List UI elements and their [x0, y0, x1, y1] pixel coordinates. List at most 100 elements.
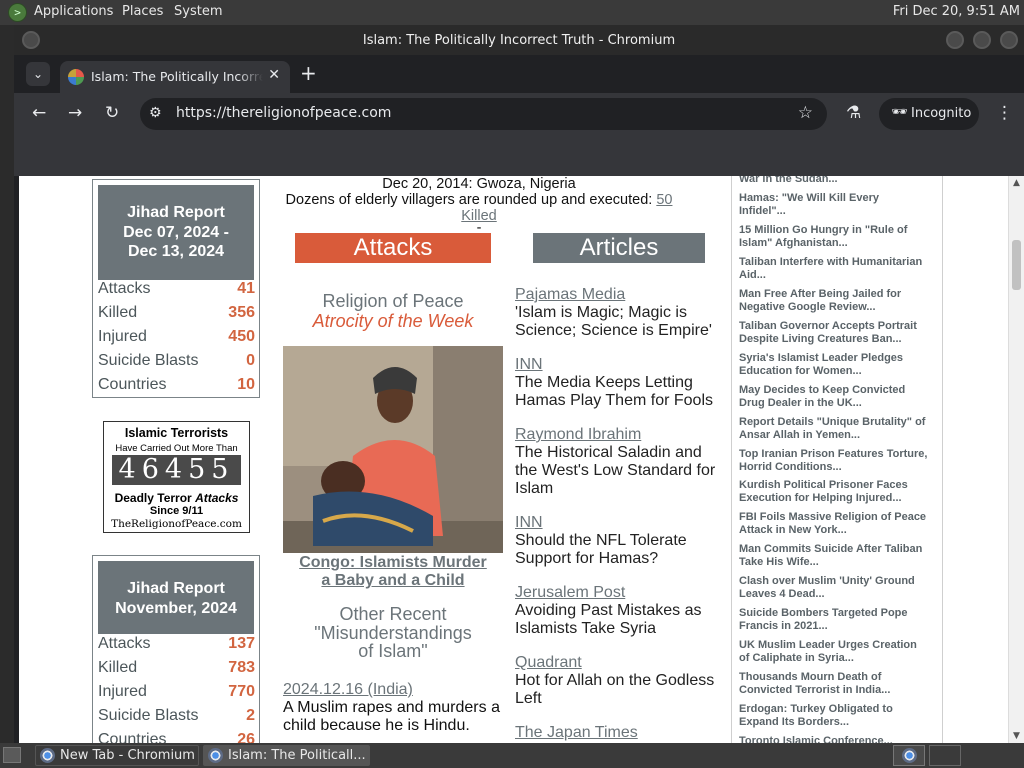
headline-link[interactable]: Kurdish Political Prisoner Faces Executio…	[739, 479, 939, 505]
tab-active[interactable]: Islam: The Politically Incorrect Truth ✕	[60, 61, 290, 93]
headline-link[interactable]: Top Iranian Prison Features Torture, Horr…	[739, 448, 939, 474]
headline-link[interactable]: 15 Million Go Hungry in "Rule of Islam" A…	[739, 224, 939, 250]
system-menu[interactable]: System	[174, 4, 222, 19]
forward-arrow-icon[interactable]: →	[68, 103, 82, 123]
feature-photo[interactable]	[283, 346, 503, 553]
headline-link[interactable]: Hamas: "We Will Kill Every Infidel"...	[739, 192, 939, 218]
article-item[interactable]: INN Should the NFL Tolerate Support for …	[515, 514, 725, 568]
taskbar-item-active-window[interactable]: Islam: The Politicall...	[203, 745, 370, 766]
article-item[interactable]: The Japan Times	[515, 724, 725, 742]
monthly-jihad-report[interactable]: Jihad Report November, 2024 Attacks 137 K…	[92, 555, 260, 743]
close-window-button[interactable]	[1000, 31, 1018, 49]
article-item[interactable]: Pajamas Media 'Islam is Magic; Magic is …	[515, 286, 725, 340]
headlines-sidebar: War in the Sudan... Hamas: "We Will Kill…	[731, 176, 943, 743]
headline-link[interactable]: Syria's Islamist Leader Pledges Education…	[739, 352, 939, 378]
weekly-row-attacks: Attacks 41	[98, 280, 255, 297]
weekly-report-title: Jihad Report Dec 07, 2024 - Dec 13, 2024	[98, 185, 254, 280]
browser-toolbar: ← → ↻ ⚙ https://thereligionofpeace.com ☆…	[14, 93, 1024, 135]
terror-attack-counter[interactable]: Islamic Terrorists Have Carried Out More…	[103, 421, 250, 533]
minimize-button[interactable]	[946, 31, 964, 49]
monthly-row-attacks: Attacks 137	[98, 635, 255, 652]
scrollbar-thumb[interactable]	[1012, 240, 1021, 290]
page-scrollbar[interactable]: ▲ ▼	[1008, 176, 1024, 743]
headline-link[interactable]: Erdogan: Turkey Obligated to Expand Its B…	[739, 703, 939, 729]
site-favicon-icon	[68, 69, 84, 85]
labs-flask-icon[interactable]: ⚗	[846, 103, 861, 123]
site-info-icon[interactable]: ⚙	[149, 105, 162, 121]
url-text[interactable]: https://thereligionofpeace.com	[176, 105, 391, 121]
web-content: Dec 20, 2014: Gwoza, Nigeria Dozens of e…	[19, 176, 1008, 743]
bookmark-star-icon[interactable]: ☆	[798, 103, 813, 123]
bottom-taskbar: New Tab - Chromium Islam: The Politicall…	[0, 743, 1024, 768]
recent-incident-date-link[interactable]: 2024.12.16 (India)	[283, 681, 508, 699]
headline-link[interactable]: May Decides to Keep Convicted Drug Dealer…	[739, 384, 939, 410]
feature-story-link[interactable]: Congo: Islamists Murder a Baby and a Chi…	[283, 554, 503, 590]
headline-link[interactable]: Thousands Mourn Death of Convicted Terror…	[739, 671, 939, 697]
articles-heading[interactable]: Articles	[533, 233, 705, 263]
headline-link[interactable]: Toronto Islamic Conference...	[739, 735, 939, 743]
places-menu[interactable]: Places	[122, 4, 163, 19]
weekly-row-injured: Injured 450	[98, 328, 255, 345]
new-tab-button[interactable]: +	[300, 63, 317, 83]
headline-link[interactable]: Suicide Bombers Targeted Pope Francis in …	[739, 607, 939, 633]
headline-link[interactable]: FBI Foils Massive Religion of Peace Attac…	[739, 511, 939, 537]
toolbar-extension-area	[14, 135, 1024, 176]
applications-menu[interactable]: Applications	[34, 4, 113, 19]
close-tab-icon[interactable]: ✕	[268, 67, 280, 83]
article-item[interactable]: Quadrant Hot for Allah on the Godless Le…	[515, 654, 725, 708]
headline-link[interactable]: Report Details "Unique Brutality" of Ansa…	[739, 416, 939, 442]
window-title: Islam: The Politically Incorrect Truth -…	[362, 33, 676, 48]
incognito-indicator[interactable]: 🕶 Incognito	[879, 98, 979, 130]
headline-link[interactable]: War in the Sudan...	[739, 176, 939, 186]
tab-search-button[interactable]: ⌄	[26, 62, 50, 86]
chromium-icon	[902, 748, 917, 763]
monthly-report-title: Jihad Report November, 2024	[98, 561, 254, 634]
monthly-row-suicide-blasts: Suicide Blasts 2	[98, 707, 255, 724]
other-recent-heading: Other Recent "Misunderstandings of Islam…	[314, 604, 472, 661]
attacks-heading[interactable]: Attacks	[295, 233, 491, 263]
headline-link[interactable]: Clash over Muslim 'Unity' Ground Leaves 4…	[739, 575, 939, 601]
headline-link[interactable]: Taliban Governor Accepts Portrait Despite…	[739, 320, 939, 346]
article-item[interactable]: Raymond Ibrahim The Historical Saladin a…	[515, 426, 725, 498]
headline-link[interactable]: Man Commits Suicide After Taliban Take Hi…	[739, 543, 939, 569]
chromium-icon	[40, 748, 55, 763]
taskbar-item-new-tab[interactable]: New Tab - Chromium	[35, 745, 199, 766]
headline-link[interactable]: Taliban Interfere with Humanitarian Aid..…	[739, 256, 939, 282]
monthly-row-countries: Countries 26	[98, 731, 255, 743]
chromium-icon	[208, 748, 223, 763]
browser-window: Islam: The Politically Incorrect Truth -…	[14, 25, 1024, 743]
scroll-up-icon[interactable]: ▲	[1013, 178, 1020, 188]
attack-count: 46455	[112, 455, 241, 485]
tab-title: Islam: The Politically Incorrect Truth	[91, 69, 263, 84]
weekly-row-suicide-blasts: Suicide Blasts 0	[98, 352, 255, 369]
tab-strip: ⌄ Islam: The Politically Incorrect Truth…	[14, 55, 1024, 93]
headline-link[interactable]: UK Muslim Leader Urges Creation of Caliph…	[739, 639, 939, 665]
article-item[interactable]: Jerusalem Post Avoiding Past Mistakes as…	[515, 584, 725, 638]
headline-link[interactable]: Man Free After Being Jailed for Negative …	[739, 288, 939, 314]
clock[interactable]: Fri Dec 20, 9:51 AM	[893, 4, 1020, 19]
window-titlebar[interactable]: Islam: The Politically Incorrect Truth -…	[14, 25, 1024, 55]
weekly-row-countries: Countries 10	[98, 376, 255, 393]
workspace-switcher[interactable]	[893, 745, 925, 766]
workspace-2[interactable]	[929, 745, 961, 766]
atrocity-of-week-heading: Religion of Peace Atrocity of the Week	[312, 291, 474, 331]
top-panel: > Applications Places System Fri Dec 20,…	[0, 0, 1024, 25]
back-arrow-icon[interactable]: ←	[32, 103, 46, 123]
maximize-button[interactable]	[973, 31, 991, 49]
distro-logo-icon[interactable]: >	[8, 3, 27, 22]
weekly-jihad-report[interactable]: Jihad Report Dec 07, 2024 - Dec 13, 2024…	[92, 179, 260, 398]
monthly-row-killed: Killed 783	[98, 659, 255, 676]
scroll-down-icon[interactable]: ▼	[1013, 731, 1020, 741]
reload-icon[interactable]: ↻	[105, 103, 119, 123]
top-story: Dec 20, 2014: Gwoza, Nigeria Dozens of e…	[279, 176, 679, 236]
incognito-icon: 🕶	[891, 105, 908, 120]
article-item[interactable]: INN The Media Keeps Letting Hamas Play T…	[515, 356, 725, 410]
top-story-dateline: Dec 20, 2014: Gwoza, Nigeria	[382, 176, 576, 192]
incognito-label: Incognito	[911, 106, 972, 121]
monthly-row-injured: Injured 770	[98, 683, 255, 700]
top-story-dash: -	[476, 220, 482, 236]
recent-incident: 2024.12.16 (India) A Muslim rapes and mu…	[283, 681, 508, 735]
address-bar[interactable]: ⚙ https://thereligionofpeace.com ☆	[140, 98, 827, 130]
chrome-menu-icon[interactable]: ⋮	[996, 103, 1013, 123]
show-desktop-icon[interactable]	[3, 747, 21, 763]
